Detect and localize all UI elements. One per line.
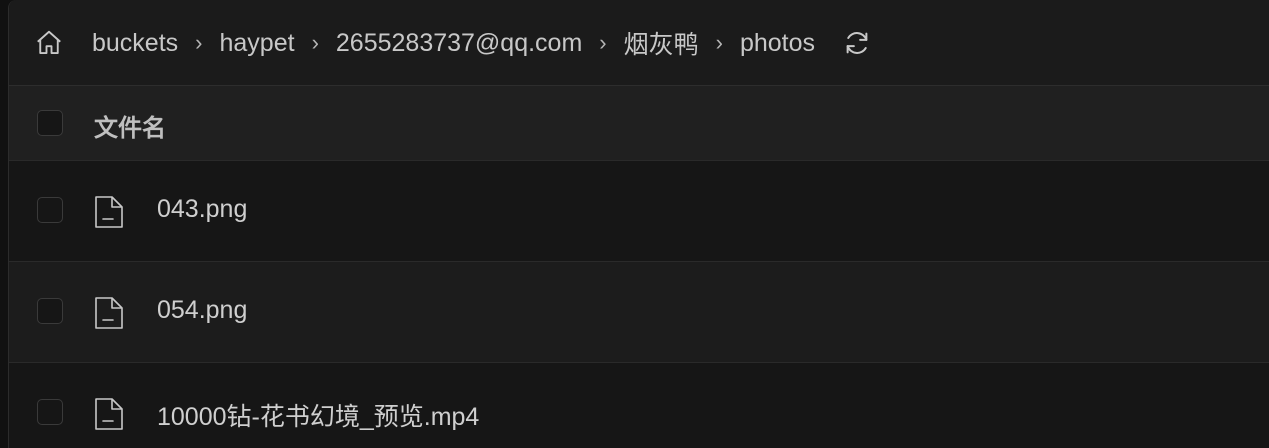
file-name[interactable]: 043.png — [157, 195, 247, 224]
breadcrumb-buckets[interactable]: buckets — [92, 29, 178, 58]
breadcrumb-subfolder[interactable]: 烟灰鸭 — [624, 25, 699, 61]
breadcrumb-bar: buckets › haypet › 2655283737@qq.com › 烟… — [9, 0, 1269, 86]
column-header-filename[interactable]: 文件名 — [94, 108, 166, 143]
breadcrumb-separator: › — [195, 30, 203, 55]
table-row[interactable]: 043.png — [9, 161, 1269, 262]
file-name[interactable]: 10000钻-花书幻境_预览.mp4 — [157, 397, 479, 433]
row-checkbox[interactable] — [37, 197, 63, 223]
select-all-checkbox[interactable] — [37, 110, 63, 136]
refresh-icon[interactable] — [841, 27, 873, 59]
breadcrumb-current-photos[interactable]: photos — [740, 29, 815, 58]
table-row[interactable]: 054.png — [9, 262, 1269, 363]
breadcrumb-separator: › — [311, 30, 319, 55]
file-icon — [93, 295, 125, 331]
breadcrumb: buckets › haypet › 2655283737@qq.com › 烟… — [92, 24, 873, 62]
breadcrumb-haypet[interactable]: haypet — [220, 29, 295, 58]
file-icon — [93, 194, 125, 230]
file-name[interactable]: 054.png — [157, 296, 247, 325]
home-icon[interactable] — [32, 26, 66, 60]
breadcrumb-user-folder[interactable]: 2655283737@qq.com — [336, 29, 582, 58]
table-header: 文件名 — [9, 86, 1269, 161]
row-checkbox[interactable] — [37, 298, 63, 324]
row-checkbox[interactable] — [37, 399, 63, 425]
file-icon — [93, 396, 125, 432]
breadcrumb-separator: › — [715, 30, 723, 55]
file-browser-window: buckets › haypet › 2655283737@qq.com › 烟… — [8, 0, 1269, 448]
table-row[interactable]: 10000钻-花书幻境_预览.mp4 — [9, 363, 1269, 448]
breadcrumb-separator: › — [599, 30, 607, 55]
